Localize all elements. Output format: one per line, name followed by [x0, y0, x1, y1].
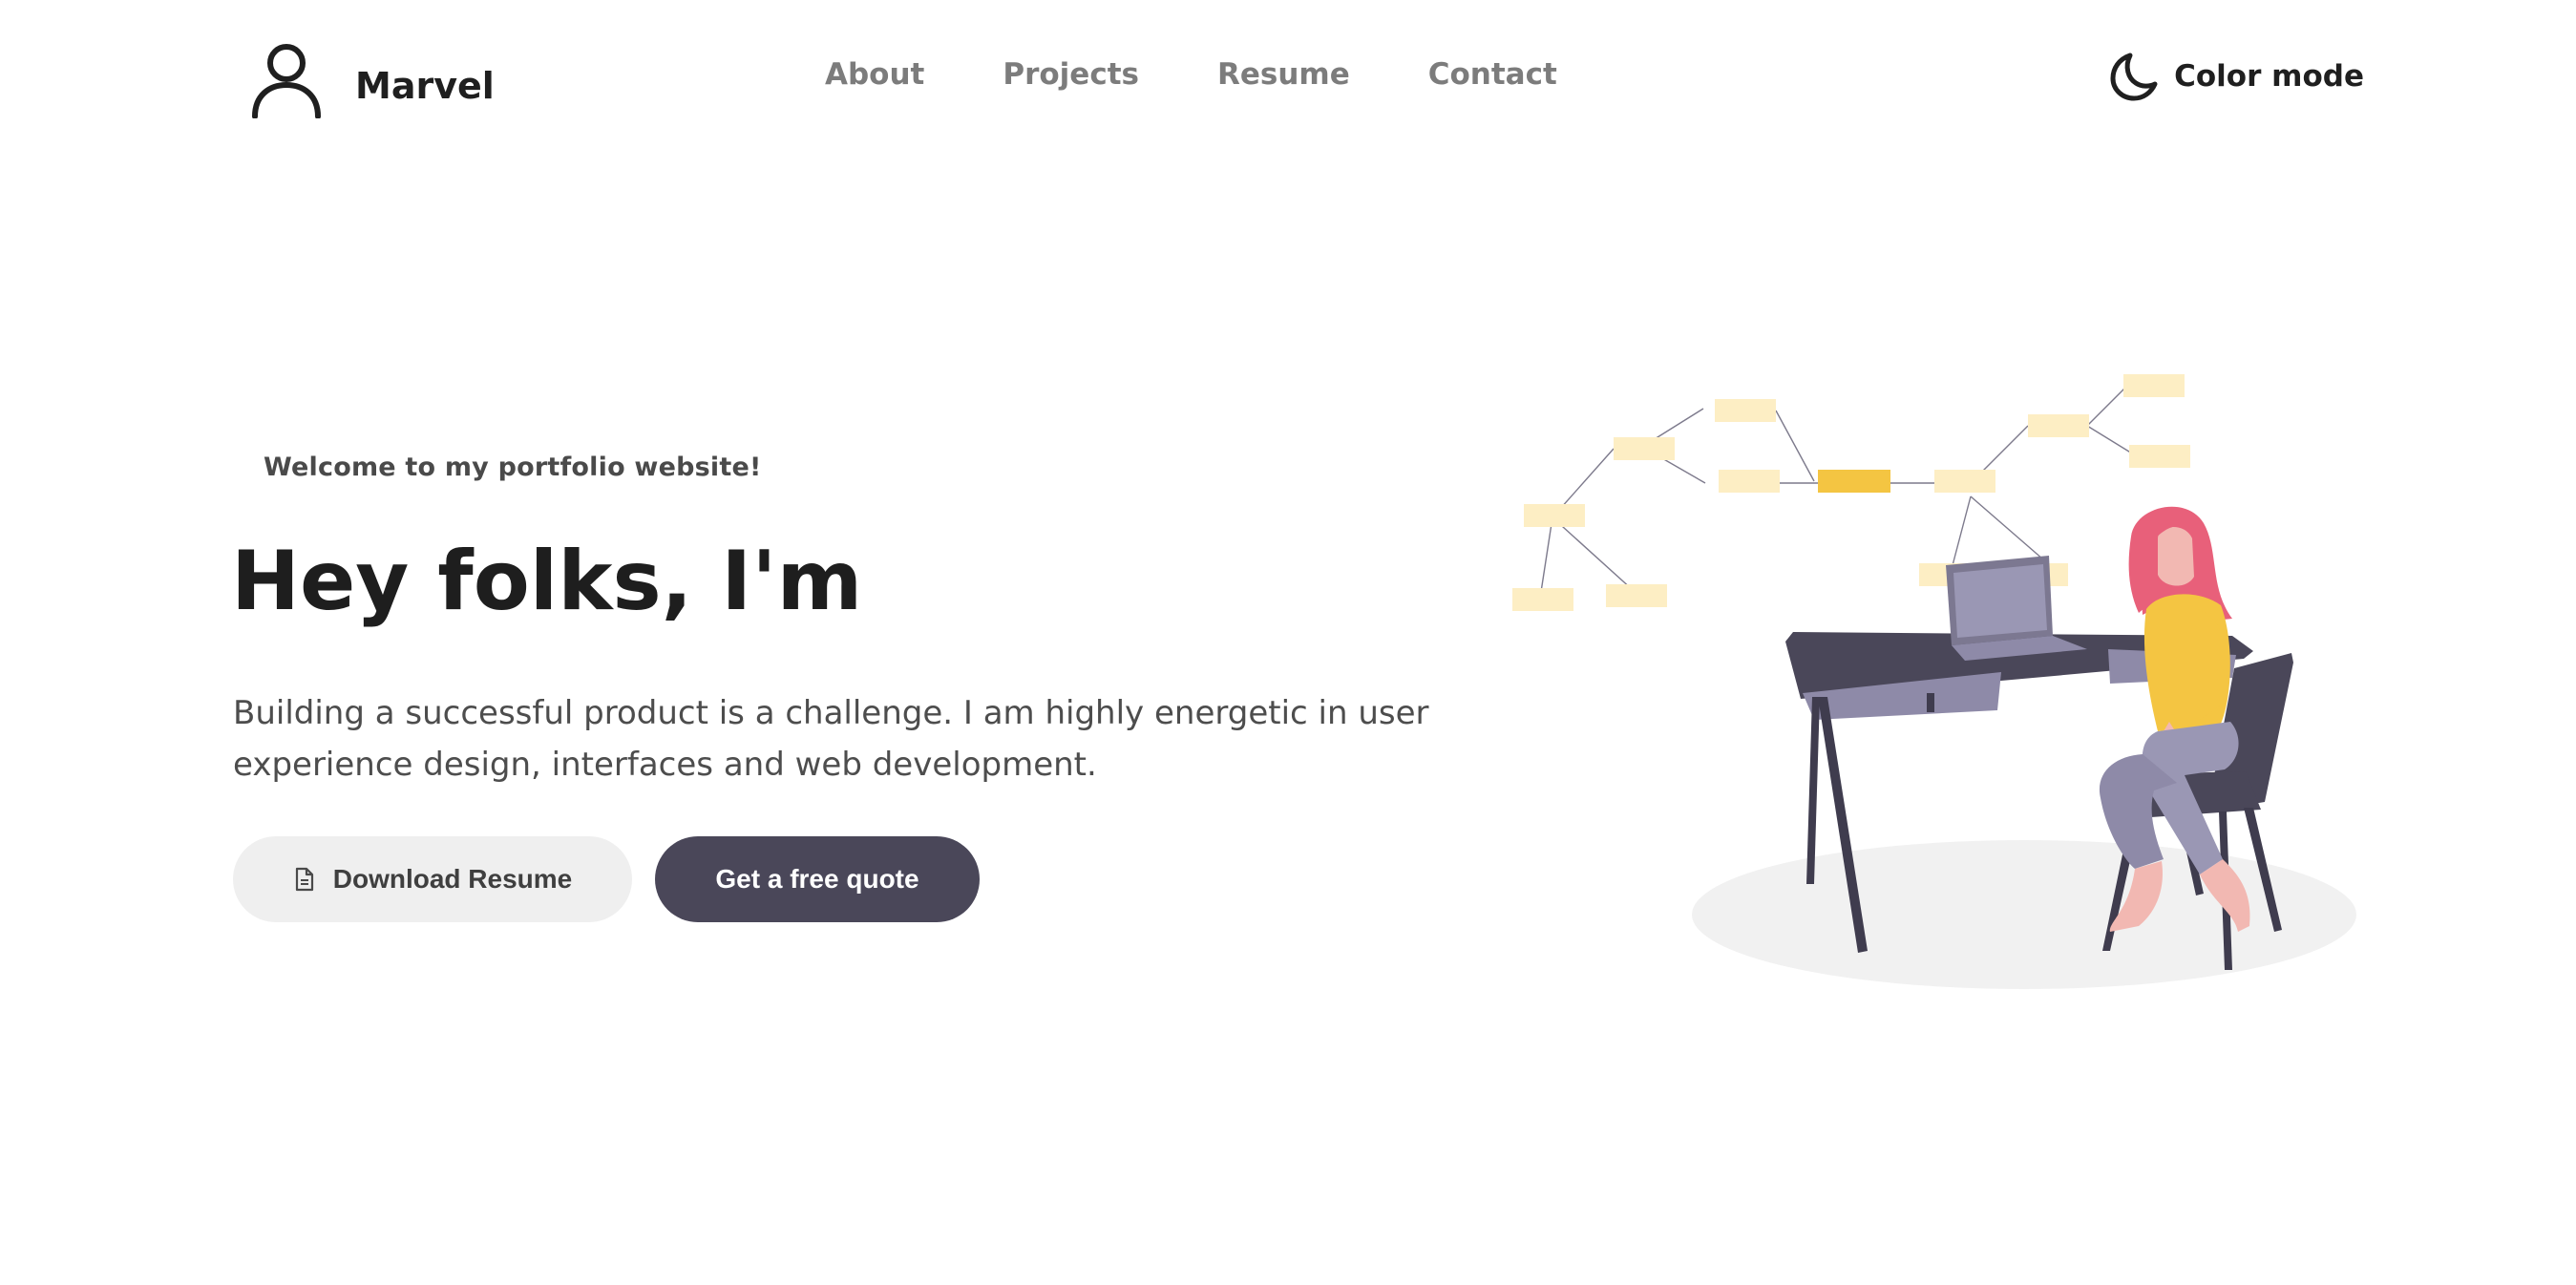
hero-description: Building a successful product is a chall…: [233, 694, 1429, 784]
nav-contact[interactable]: Contact: [1428, 57, 1557, 92]
floor-shadow: [1692, 840, 2356, 989]
brand-link[interactable]: Marvel: [250, 42, 495, 118]
color-mode-toggle[interactable]: Color mode: [2107, 50, 2364, 103]
welcome-text: Welcome to my portfolio website!: [264, 453, 762, 482]
nav-about[interactable]: About: [825, 57, 924, 92]
user-icon: [252, 44, 321, 118]
main-nav: About Projects Resume Contact: [825, 57, 1557, 92]
nav-resume[interactable]: Resume: [1217, 57, 1350, 92]
hero-illustration: [1512, 374, 2356, 989]
download-resume-label: Download Resume: [332, 864, 573, 894]
free-quote-label: Get a free quote: [715, 864, 919, 894]
nav-projects[interactable]: Projects: [1003, 57, 1139, 92]
color-mode-label: Color mode: [2174, 59, 2364, 94]
free-quote-button[interactable]: Get a free quote: [655, 836, 980, 922]
brand-name: Marvel: [355, 65, 495, 107]
download-resume-button[interactable]: Download Resume: [233, 836, 632, 922]
hero-headline: Hey folks, I'm: [231, 534, 863, 629]
mind-map-highlight: [1818, 470, 1890, 493]
site-header: Marvel About Projects Resume Contact Col…: [0, 0, 2576, 162]
moon-icon: [2110, 53, 2158, 101]
document-icon: [295, 867, 313, 892]
